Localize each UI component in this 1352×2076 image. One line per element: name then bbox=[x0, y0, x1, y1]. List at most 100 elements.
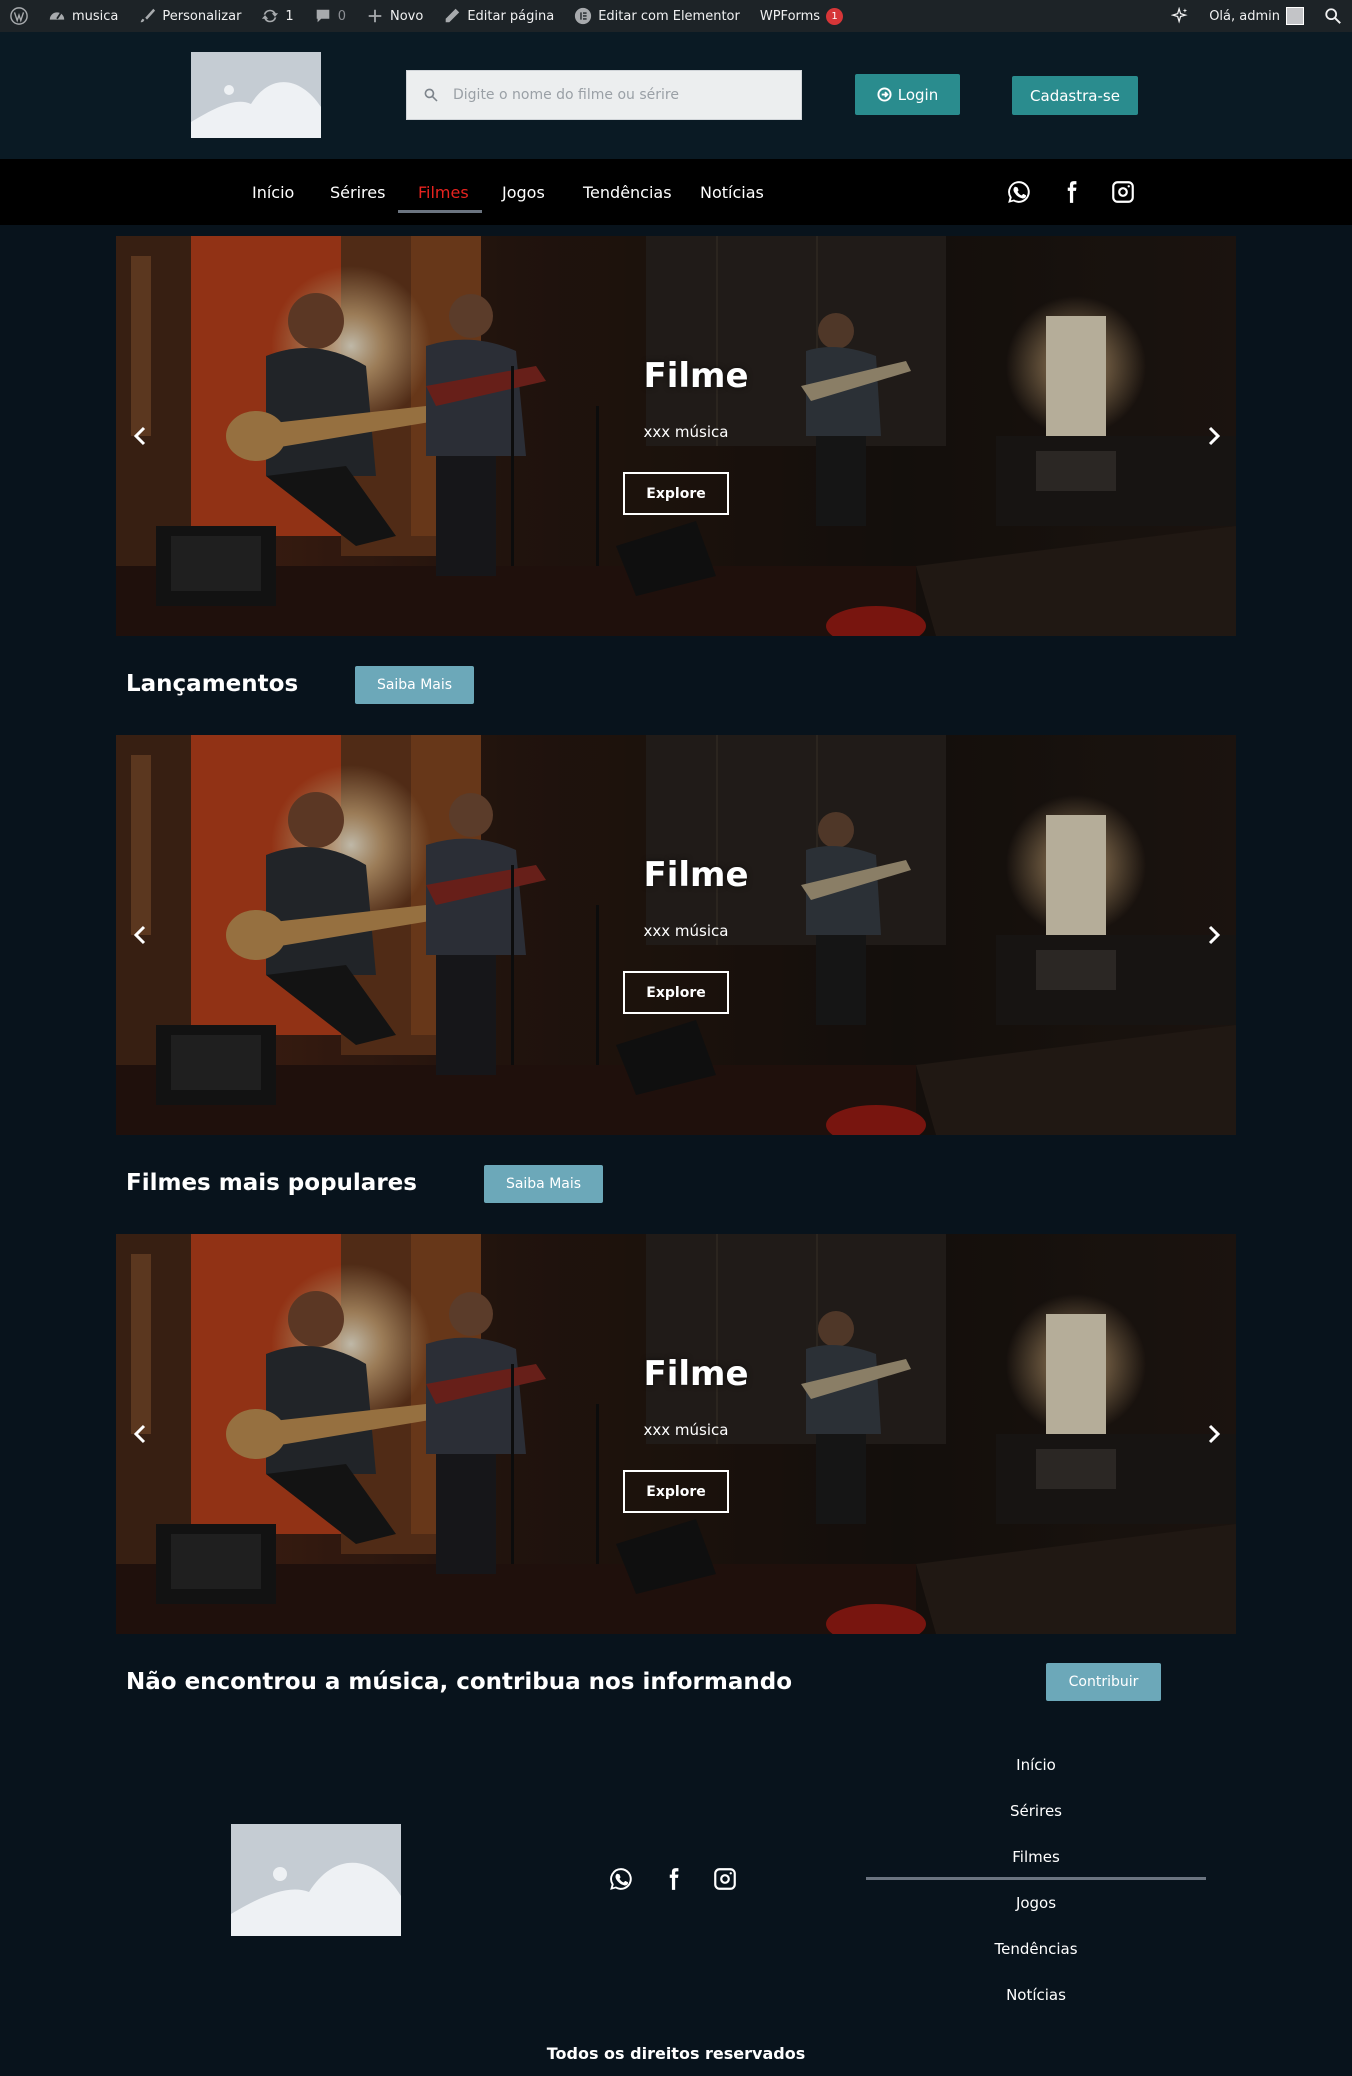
wpforms-link[interactable]: WPForms 1 bbox=[750, 0, 853, 32]
signup-label: Cadastra-se bbox=[1030, 86, 1120, 105]
nav-item-inicio[interactable]: Início bbox=[252, 159, 294, 225]
new-content-link[interactable]: Novo bbox=[356, 0, 433, 32]
slide-subtitle: xxx música bbox=[643, 922, 729, 940]
explore-button[interactable]: Explore bbox=[623, 1470, 729, 1513]
image-placeholder-icon bbox=[191, 52, 321, 138]
footer-menu-filmes[interactable]: Filmes bbox=[866, 1848, 1206, 1866]
facebook-link[interactable] bbox=[1058, 179, 1084, 205]
nav-label: Sérires bbox=[330, 182, 386, 202]
site-name-link[interactable]: musica bbox=[38, 0, 128, 32]
site-header: Login Cadastra-se bbox=[0, 32, 1352, 159]
chevron-right-icon bbox=[1208, 1424, 1221, 1444]
slide-subtitle: xxx música bbox=[643, 1421, 729, 1439]
slider-prev-button[interactable] bbox=[130, 921, 150, 949]
nav-label: Jogos bbox=[502, 182, 545, 202]
chevron-right-icon bbox=[1208, 925, 1221, 945]
nav-item-noticias[interactable]: Notícias bbox=[700, 159, 764, 225]
admin-search-button[interactable] bbox=[1314, 0, 1352, 32]
slider-next-button[interactable] bbox=[1204, 1420, 1224, 1448]
chevron-left-icon bbox=[133, 1424, 146, 1444]
active-nav-indicator bbox=[398, 210, 482, 213]
search-icon bbox=[424, 88, 438, 102]
popular-slider[interactable]: Filme xxx música Explore bbox=[116, 1234, 1236, 1634]
instagram-link[interactable] bbox=[1110, 179, 1136, 205]
nav-item-filmes[interactable]: Filmes bbox=[418, 159, 469, 225]
signup-button[interactable]: Cadastra-se bbox=[1012, 76, 1138, 115]
updates-link[interactable]: 1 bbox=[251, 0, 303, 32]
comment-icon bbox=[316, 9, 330, 23]
whatsapp-icon bbox=[610, 1868, 632, 1890]
site-name-label: musica bbox=[72, 8, 119, 24]
my-account-link[interactable]: Olá, admin bbox=[1199, 0, 1314, 32]
contribute-title: Não encontrou a música, contribua nos in… bbox=[126, 1669, 793, 1695]
nav-item-series[interactable]: Sérires bbox=[330, 159, 385, 225]
slider-prev-button[interactable] bbox=[130, 422, 150, 450]
comments-link[interactable]: 0 bbox=[304, 0, 356, 32]
nav-item-tendencias[interactable]: Tendências bbox=[583, 159, 672, 225]
footer-instagram-link[interactable] bbox=[712, 1866, 738, 1892]
avatar bbox=[1286, 7, 1304, 25]
instagram-icon bbox=[1112, 181, 1134, 203]
customize-link[interactable]: Personalizar bbox=[128, 0, 251, 32]
site-logo[interactable] bbox=[191, 52, 321, 138]
footer-whatsapp-link[interactable] bbox=[608, 1866, 634, 1892]
search-input[interactable] bbox=[453, 87, 773, 103]
edit-elementor-link[interactable]: Editar com Elementor bbox=[564, 0, 750, 32]
facebook-icon bbox=[1067, 181, 1077, 203]
login-icon bbox=[877, 87, 892, 102]
footer-menu-jogos[interactable]: Jogos bbox=[866, 1894, 1206, 1912]
chevron-right-icon bbox=[1208, 426, 1221, 446]
dashboard-icon bbox=[49, 12, 65, 20]
hero-slider[interactable]: Filme xxx música Explore bbox=[116, 236, 1236, 636]
search-bar[interactable] bbox=[406, 70, 802, 120]
customize-label: Personalizar bbox=[162, 8, 242, 24]
launches-title: Lançamentos bbox=[126, 671, 299, 697]
edit-elementor-label: Editar com Elementor bbox=[598, 8, 740, 24]
launches-slider[interactable]: Filme xxx música Explore bbox=[116, 735, 1236, 1135]
explore-button[interactable]: Explore bbox=[623, 971, 729, 1014]
slide-subtitle: xxx música bbox=[643, 423, 729, 441]
contribute-button[interactable]: Contribuir bbox=[1046, 1663, 1161, 1701]
footer-active-indicator bbox=[866, 1877, 1206, 1880]
footer-logo[interactable] bbox=[231, 1824, 401, 1936]
popular-more-button[interactable]: Saiba Mais bbox=[484, 1165, 603, 1203]
slide-title: Filme bbox=[643, 855, 749, 895]
plus-icon bbox=[368, 9, 382, 23]
admin-bar: musica Personalizar 1 0 Novo Editar pági… bbox=[0, 0, 1352, 32]
footer-facebook-link[interactable] bbox=[660, 1866, 686, 1892]
nav-label: Notícias bbox=[700, 182, 764, 202]
footer-menu-series[interactable]: Sérires bbox=[866, 1802, 1206, 1820]
popular-title: Filmes mais populares bbox=[126, 1170, 417, 1196]
slider-next-button[interactable] bbox=[1204, 921, 1224, 949]
main-nav: Início Sérires Filmes Jogos Tendências N… bbox=[0, 159, 1352, 225]
slide-title: Filme bbox=[643, 356, 749, 396]
slider-prev-button[interactable] bbox=[130, 1420, 150, 1448]
wpforms-label: WPForms bbox=[759, 8, 821, 24]
footer-menu-inicio[interactable]: Início bbox=[866, 1756, 1206, 1774]
footer-menu-noticias[interactable]: Notícias bbox=[866, 1986, 1206, 2004]
greeting-label: Olá, admin bbox=[1209, 8, 1280, 24]
footer-menu-tendencias[interactable]: Tendências bbox=[866, 1940, 1206, 1958]
login-button[interactable]: Login bbox=[855, 74, 960, 115]
login-label: Login bbox=[897, 85, 939, 104]
edit-page-label: Editar página bbox=[467, 8, 555, 24]
wordpress-icon bbox=[10, 7, 28, 25]
slider-next-button[interactable] bbox=[1204, 422, 1224, 450]
chevron-left-icon bbox=[133, 925, 146, 945]
ai-assistant-button[interactable] bbox=[1161, 0, 1199, 32]
launches-more-button[interactable]: Saiba Mais bbox=[355, 666, 474, 704]
wordpress-logo-button[interactable] bbox=[0, 0, 38, 32]
edit-page-link[interactable]: Editar página bbox=[433, 0, 564, 32]
nav-label: Tendências bbox=[583, 182, 672, 202]
whatsapp-icon bbox=[1008, 181, 1030, 203]
nav-item-jogos[interactable]: Jogos bbox=[502, 159, 545, 225]
facebook-icon bbox=[669, 1868, 679, 1890]
whatsapp-link[interactable] bbox=[1006, 179, 1032, 205]
updates-count: 1 bbox=[285, 8, 294, 24]
brush-icon bbox=[141, 8, 156, 23]
wpforms-badge: 1 bbox=[826, 7, 844, 25]
nav-label: Filmes bbox=[418, 182, 469, 202]
comments-count: 0 bbox=[337, 8, 346, 24]
slide-title: Filme bbox=[643, 1354, 749, 1394]
explore-button[interactable]: Explore bbox=[623, 472, 729, 515]
